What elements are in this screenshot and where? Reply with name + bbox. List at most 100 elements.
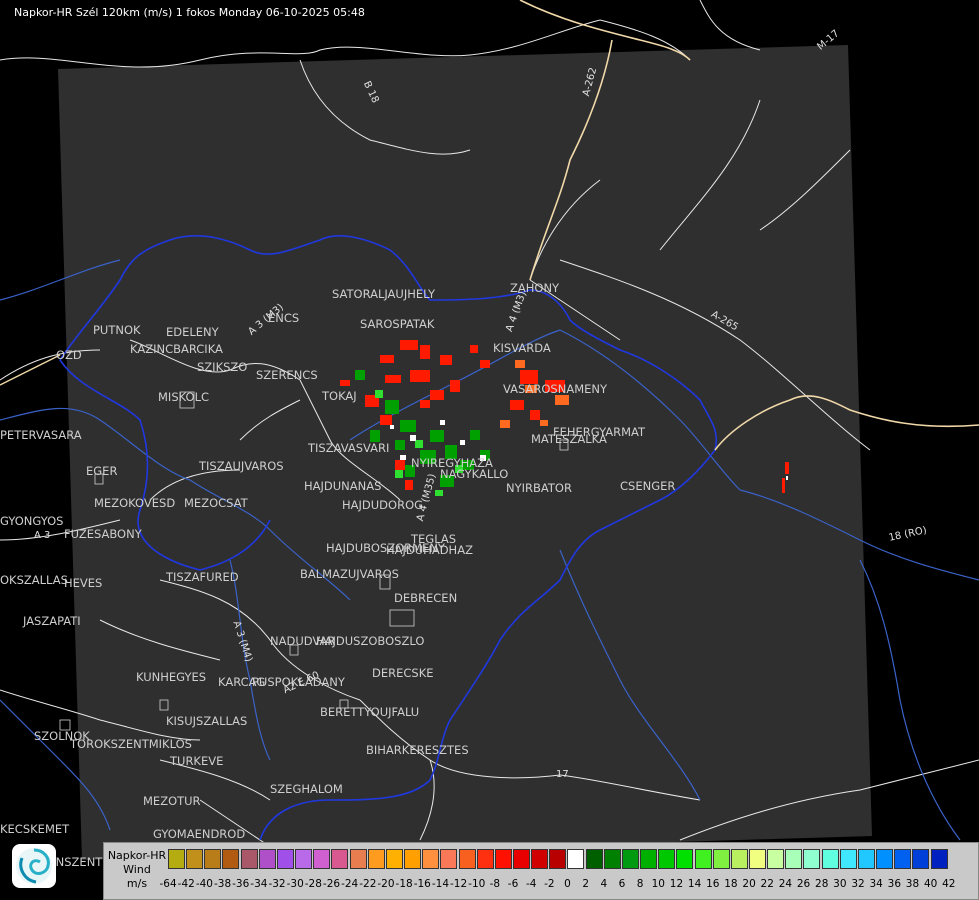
- road-label: 17: [556, 769, 569, 780]
- legend-swatch: [222, 849, 240, 869]
- legend-swatch: [240, 849, 258, 869]
- legend-tick-label: -64: [159, 878, 177, 890]
- legend-tick-label: -12: [450, 878, 468, 890]
- legend-tick-label: 12: [669, 878, 684, 890]
- legend-tick-label: 38: [905, 878, 920, 890]
- legend-swatch: [458, 849, 476, 869]
- radar-map: [0, 0, 979, 900]
- legend-swatch: [785, 849, 803, 869]
- legend-tick-label: 10: [651, 878, 665, 890]
- legend-swatch: [694, 849, 712, 869]
- city-label: MISKOLC: [158, 390, 210, 404]
- road-label: A 3: [34, 530, 51, 541]
- legend-swatch: [749, 849, 766, 869]
- legend-swatch: [603, 849, 621, 869]
- wind-legend: Napkor-HR Wind m/s -64 -42 -40 -38 -36 -34 -32…: [103, 842, 979, 900]
- city-label: TISZAVASVARI: [308, 441, 390, 455]
- legend-tick-label: -34: [250, 878, 268, 890]
- legend-tick-label: 42: [942, 878, 956, 890]
- city-label: BALMAZUJVAROS: [300, 567, 399, 581]
- city-label: OZD: [56, 348, 82, 362]
- legend-swatch: [276, 849, 294, 869]
- legend-swatch: [658, 849, 676, 869]
- legend-tick-label: 32: [851, 878, 865, 890]
- legend-tick-label: 28: [815, 878, 829, 890]
- legend-tick-label: -22: [359, 878, 377, 890]
- legend-tick-label: -18: [395, 878, 413, 890]
- legend-swatch: [767, 849, 785, 869]
- legend-tick-label: 36: [887, 878, 902, 890]
- legend-swatch: [585, 849, 603, 869]
- legend-tick-label: -24: [341, 878, 359, 890]
- legend-tick-label: -4: [525, 878, 537, 890]
- napkor-swirl-logo-icon: [12, 844, 56, 888]
- legend-swatch: [567, 849, 585, 869]
- legend-tick-label: -10: [468, 878, 486, 890]
- legend-swatch: [168, 849, 185, 869]
- legend-tick-label: 18: [724, 878, 738, 890]
- legend-tick-label: -30: [286, 878, 304, 890]
- legend-title-line1: Napkor-HR: [107, 849, 167, 862]
- city-label: HAJDUNANAS: [304, 479, 382, 493]
- legend-swatch: [512, 849, 530, 869]
- legend-swatch: [712, 849, 730, 869]
- map-title: Napkor-HR Szél 120km (m/s) 1 fokos Monda…: [14, 6, 365, 19]
- legend-tick-label: -16: [413, 878, 431, 890]
- legend-swatch: [730, 849, 748, 869]
- legend-swatch: [204, 849, 222, 869]
- city-label: HAJDUSZOBOSZLO: [316, 634, 425, 648]
- legend-tick-label: -6: [507, 878, 519, 890]
- city-label: NAGYKALLO: [440, 467, 509, 481]
- city-label: TISZAFURED: [166, 570, 239, 584]
- city-label: NYIRBATOR: [506, 481, 572, 495]
- legend-swatch: [258, 849, 276, 869]
- city-label: PETERVASARA: [0, 428, 82, 442]
- city-label: DEBRECEN: [394, 591, 458, 605]
- city-label: KISVARDA: [493, 341, 551, 355]
- legend-tick-label: -2: [544, 878, 555, 890]
- city-label: EGER: [86, 464, 118, 478]
- legend-swatch: [186, 849, 204, 869]
- city-label: KECSKEMET: [0, 822, 70, 836]
- legend-tick-label: 8: [636, 878, 644, 890]
- city-label: SAROSPATAK: [360, 317, 435, 331]
- legend-swatch: [839, 849, 857, 869]
- city-label: GYONGYOS: [0, 514, 64, 528]
- legend-tick-label: -32: [268, 878, 286, 890]
- city-label: HEVES: [64, 576, 103, 590]
- legend-swatch: [404, 849, 422, 869]
- legend-tick-label: 2: [582, 878, 590, 890]
- legend-tick-label: 20: [742, 878, 756, 890]
- legend-tick-label: 22: [760, 878, 774, 890]
- city-label: TOKAJ: [322, 389, 357, 403]
- legend-tick-label: -36: [232, 878, 250, 890]
- city-label: HAJDUDOROG: [342, 498, 424, 512]
- legend-swatch: [857, 849, 875, 869]
- city-label: JASZAPATI: [23, 614, 81, 628]
- legend-swatch: [930, 849, 948, 869]
- city-label: FUZESABONY: [64, 527, 142, 541]
- legend-swatch: [676, 849, 694, 869]
- legend-tick-label: -40: [195, 878, 213, 890]
- legend-tick-label: 40: [923, 878, 938, 890]
- city-label: SATORALJAUJHELY: [332, 287, 436, 301]
- legend-tick-label: -8: [489, 878, 501, 890]
- legend-swatch: [876, 849, 894, 869]
- city-label: MATESZALKA: [531, 432, 607, 446]
- city-label: TOROKSZENTMIKLOS: [70, 737, 192, 751]
- legend-swatch: [803, 849, 821, 869]
- city-label: HAJDUHADHAZ: [386, 543, 473, 557]
- city-label: MEZOTUR: [143, 794, 201, 808]
- city-label: MEZOKOVESD: [94, 496, 176, 510]
- legend-swatch: [894, 849, 912, 869]
- legend-swatch: [313, 849, 331, 869]
- city-label: SZIKSZO: [197, 360, 248, 374]
- legend-swatch: [349, 849, 367, 869]
- city-label: TISZAUJVAROS: [199, 459, 284, 473]
- legend-tick-label: 34: [869, 878, 883, 890]
- legend-swatch: [640, 849, 658, 869]
- legend-tick-label: 0: [564, 878, 571, 890]
- legend-swatch: [385, 849, 403, 869]
- legend-swatch: [476, 849, 494, 869]
- city-label: EDELENY: [166, 325, 219, 339]
